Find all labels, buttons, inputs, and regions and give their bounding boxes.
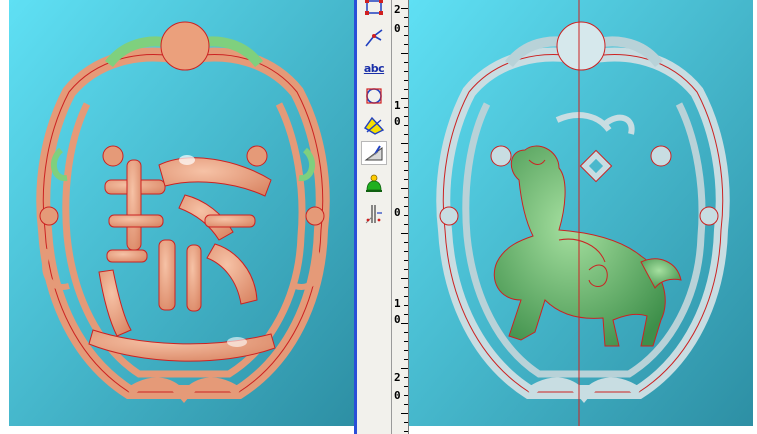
ruler-tick <box>401 413 408 414</box>
vector-pick-icon <box>365 29 383 47</box>
ruler-tick <box>404 332 408 333</box>
ruler-tick <box>404 386 408 387</box>
right-3d-viewport[interactable] <box>409 0 753 426</box>
ruler-tick <box>404 260 408 261</box>
ruler-label-0: 0 <box>394 206 401 219</box>
ruler-tick <box>404 161 408 162</box>
left-3d-viewport[interactable] <box>9 0 354 426</box>
ruler-tick <box>401 53 408 54</box>
ruler-tick <box>404 251 408 252</box>
ruler-label-10-bottom-digit1: 1 <box>394 297 401 310</box>
tool-trim-curve[interactable] <box>361 113 387 137</box>
ruler-tick <box>404 89 408 90</box>
ruler-tick <box>404 242 408 243</box>
ruler-label-10-top-digit2: 0 <box>394 115 401 128</box>
ruler-tick <box>404 206 408 207</box>
ruler-tick <box>404 215 408 216</box>
ruler-tick <box>401 188 408 189</box>
tool-vector-pick[interactable] <box>361 26 387 50</box>
tool-sculpt[interactable] <box>361 141 387 165</box>
sculpt-tool-icon <box>364 145 383 161</box>
text-tool-icon: abc <box>363 61 385 75</box>
vertical-toolbar: abc <box>357 0 392 434</box>
ruler-tick <box>404 62 408 63</box>
ruler-tick <box>404 269 408 270</box>
ruler-tick <box>401 368 408 369</box>
ruler-label-20-bottom-digit1: 2 <box>394 371 401 384</box>
node-edit-icon <box>366 88 382 104</box>
left-viewport-scene <box>9 0 354 426</box>
ruler-tick <box>404 80 408 81</box>
ruler-tick <box>404 197 408 198</box>
ruler-tick <box>404 404 408 405</box>
ruler-tick <box>404 134 408 135</box>
ruler-tick <box>401 143 408 144</box>
ruler-label-20-bottom-digit2: 0 <box>394 389 401 402</box>
bounding-box-icon <box>365 0 383 15</box>
ruler-tick <box>404 305 408 306</box>
ruler-tick <box>404 377 408 378</box>
ruler-tick <box>404 17 408 18</box>
ruler-tick <box>404 35 408 36</box>
ruler-tick <box>404 224 408 225</box>
ruler-tick <box>404 44 408 45</box>
ruler-tick <box>404 179 408 180</box>
ruler-tick <box>401 8 408 9</box>
tool-bell-project[interactable] <box>361 172 387 196</box>
tool-text[interactable]: abc <box>361 56 387 80</box>
ruler-tick <box>404 287 408 288</box>
ruler-tick <box>404 431 408 432</box>
tool-node-edit[interactable] <box>361 84 387 108</box>
ruler-label-20-top-digit2: 0 <box>394 22 401 35</box>
ruler-tick <box>404 422 408 423</box>
tool-bounding-box[interactable] <box>361 0 387 18</box>
ruler-label-10-bottom-digit2: 0 <box>394 313 401 326</box>
cut-plane-icon <box>365 205 382 224</box>
ruler-tick <box>404 359 408 360</box>
ruler-tick <box>404 341 408 342</box>
ruler-tick <box>401 98 408 99</box>
ruler-tick <box>404 116 408 117</box>
vertical-ruler: 2 0 1 0 0 1 0 2 0 <box>392 0 409 434</box>
right-viewport-scene <box>409 0 753 426</box>
tool-cut-plane[interactable] <box>361 202 387 226</box>
ruler-tick <box>401 233 408 234</box>
bell-project-icon <box>366 174 382 192</box>
ruler-tick <box>404 314 408 315</box>
ruler-tick <box>401 323 408 324</box>
ruler-label-20-top-digit1: 2 <box>394 3 401 16</box>
ruler-tick <box>404 395 408 396</box>
ruler-tick <box>404 350 408 351</box>
ruler-tick <box>401 278 408 279</box>
ruler-tick <box>404 125 408 126</box>
ruler-tick <box>404 170 408 171</box>
ruler-label-10-top-digit1: 1 <box>394 99 401 112</box>
ruler-tick <box>404 152 408 153</box>
trim-curve-icon <box>363 116 385 135</box>
ruler-tick <box>404 71 408 72</box>
ruler-tick <box>404 26 408 27</box>
ruler-tick <box>404 296 408 297</box>
ruler-tick <box>404 107 408 108</box>
